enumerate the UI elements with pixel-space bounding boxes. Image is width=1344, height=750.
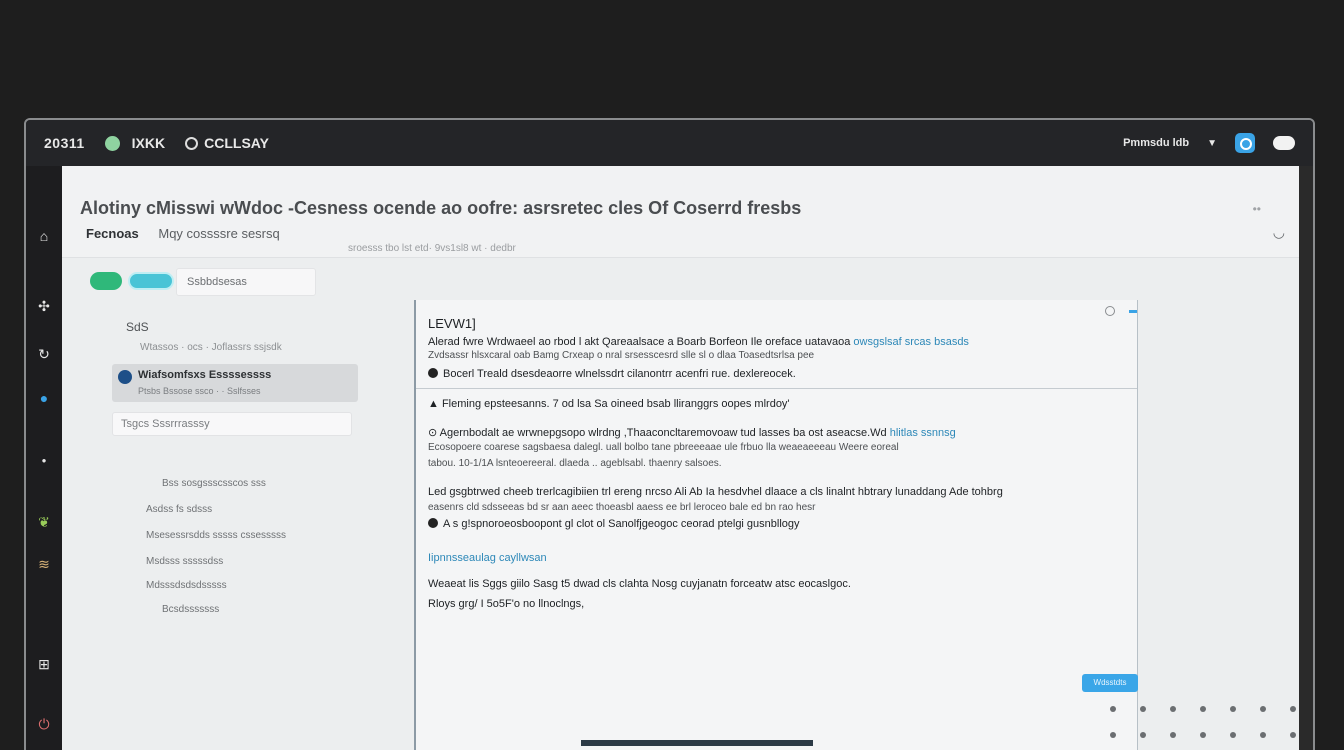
list-item[interactable]: Bcsdsssssss <box>162 604 219 615</box>
home-icon[interactable]: ⌂ <box>35 228 53 244</box>
doc-paragraph: Led gsgbtrwed cheeb trerlcagibiien trl e… <box>428 486 1003 498</box>
chat-icon[interactable]: ● <box>35 390 53 406</box>
grid-icon[interactable]: ⊞ <box>35 656 53 672</box>
bullet-icon <box>428 518 438 528</box>
monitor-frame: 20311 IXKK CCLLSAY Pmmsdu ldb ▼ ⌂ ✣ ↻ ● … <box>24 118 1315 750</box>
filter-chip-teal[interactable] <box>128 272 174 290</box>
dot-icon[interactable] <box>1170 706 1176 712</box>
chevron-down-icon[interactable]: ▼ <box>1207 138 1217 149</box>
filter-chip-green[interactable] <box>90 272 122 290</box>
doc-line-b: Rloys grg/ I 5o5F'o no llnoclngs, <box>428 598 585 610</box>
avatar <box>118 370 132 384</box>
dot-icon[interactable] <box>1290 706 1296 712</box>
doc-line-1: Alerad fwre Wrdwaeel ao rbod l akt Qarea… <box>428 336 969 348</box>
doc-bullet-1-text: Bocerl Treald dsesdeaorre wlnelssdrt cil… <box>443 368 796 380</box>
dot-icon[interactable] <box>1290 732 1296 738</box>
layers-icon[interactable]: ≋ <box>35 556 53 572</box>
doc-item-3-link[interactable]: hlitlas ssnnsg <box>890 427 956 439</box>
doc-line-1-text: Alerad fwre Wrdwaeel ao rbod l akt Qarea… <box>428 336 851 348</box>
dot-icon[interactable] <box>1140 732 1146 738</box>
doc-item-3: ⊙ Agernbodalt ae wrwnepgsopo wlrdng ,Tha… <box>428 426 956 439</box>
dot-icon[interactable] <box>1110 706 1116 712</box>
left-rail: ⌂ ✣ ↻ ● ● ❦ ≋ ⊞ ⏻ <box>26 166 62 750</box>
main-content: Alotiny cMisswi wWdoc -Cesness ocende ao… <box>62 166 1299 750</box>
doc-bullet-1: Bocerl Treald dsesdeaorre wlnelssdrt cil… <box>428 368 796 380</box>
power-icon[interactable]: ⏻ <box>35 716 53 732</box>
dot-icon[interactable]: ● <box>35 456 53 472</box>
search-input[interactable]: Tsgcs Sssrrrasssy <box>112 412 352 436</box>
dot-icon[interactable] <box>1110 732 1116 738</box>
dots-icon[interactable]: •• <box>1253 202 1261 216</box>
doc-paragraph-sub: easenrs cld sdsseeas bd sr aan aeec thoe… <box>428 502 816 513</box>
refresh-icon[interactable]: ↻ <box>35 346 53 362</box>
document-panel: LEVW1] Alerad fwre Wrdwaeel ao rbod l ak… <box>414 300 1138 750</box>
bullet-icon <box>428 368 438 378</box>
panel-label: SdS <box>126 320 149 334</box>
doc-item-3-sub-2: tabou. 10-1/1A lsnteoereeral. dlaeda .. … <box>428 458 722 469</box>
page-header: Alotiny cMisswi wWdoc -Cesness ocende ao… <box>62 166 1299 258</box>
doc-line-2: Zvdsassr hlsxcaral oab Bamg Crxeap o nra… <box>428 350 815 361</box>
toolbar-dots-row-1 <box>1110 706 1296 712</box>
doc-bullet-2: A s g!spnoroeosboopont gl clot ol Sanolf… <box>428 518 800 530</box>
list-item[interactable]: Msdsss sssssdss <box>146 556 223 567</box>
page-meta: sroesss tbo lst etd· 9vs1sl8 wt · dedbr <box>348 243 516 254</box>
list-item[interactable]: Asdss fs sdsss <box>146 504 212 515</box>
dot-icon[interactable] <box>1200 732 1206 738</box>
app-name[interactable]: IXKK <box>132 135 165 151</box>
subtitle-text: Mqy cossssre sesrsq <box>158 226 280 241</box>
toolbar-dots-row-2 <box>1110 732 1296 738</box>
selected-title: Wiafsomfsxs Essssessss <box>138 369 272 381</box>
send-button-label: Wdsstdts <box>1093 678 1127 687</box>
share-icon[interactable]: ✣ <box>35 298 53 314</box>
filter-input[interactable]: Ssbbdsesas <box>176 268 316 296</box>
user-label[interactable]: Pmmsdu ldb <box>1123 137 1189 149</box>
doc-item-2: ▲ Fleming epsteesanns. 7 od lsa Sa oinee… <box>428 398 790 410</box>
doc-item-3-text: Agernbodalt ae wrwnepgsopo wlrdng ,Thaac… <box>439 427 887 439</box>
accent-mark <box>1129 310 1137 313</box>
page-subtitle: Fecnoas Mqy cossssre sesrsq <box>86 226 280 241</box>
top-bar-right: Pmmsdu ldb ▼ <box>1123 133 1295 153</box>
dot-icon[interactable] <box>1200 706 1206 712</box>
page-title: Alotiny cMisswi wWdoc -Cesness ocende ao… <box>80 198 802 218</box>
status-dot-icon <box>104 135 120 151</box>
collapse-icon[interactable]: ◡ <box>1273 224 1285 241</box>
monitor-bezel-bar <box>581 740 813 746</box>
dot-icon[interactable] <box>1140 706 1146 712</box>
chip-row <box>90 272 174 290</box>
info-icon: ⊙ <box>428 427 438 439</box>
list-item[interactable]: Bss sosgssscsscos sss <box>162 478 266 489</box>
doc-item-3-sub-1: Ecosopoere coarese sagsbaesa dalegl. ual… <box>428 442 899 453</box>
list-item[interactable]: Msesessrsdds sssss cssesssss <box>146 530 286 541</box>
brand-label: 20311 <box>44 135 85 151</box>
doc-link[interactable]: owsgslsaf srcas bsasds <box>853 336 969 348</box>
settings-icon[interactable] <box>1105 306 1115 316</box>
pointer-icon: ▲ <box>428 398 439 410</box>
subtitle-bold: Fecnoas <box>86 226 139 241</box>
section-label[interactable]: CCLLSAY <box>204 135 269 151</box>
doc-heading: LEVW1] <box>428 316 476 331</box>
circle-icon <box>185 136 199 150</box>
dot-icon[interactable] <box>1230 706 1236 712</box>
selected-sub: Ptsbs Bssose ssco · · Sslfsses <box>138 386 261 396</box>
divider <box>416 388 1137 389</box>
cloud-icon[interactable] <box>1273 136 1295 150</box>
leaf-icon[interactable]: ❦ <box>35 514 53 530</box>
selected-list-item[interactable]: Wiafsomfsxs Essssessss Ptsbs Bssose ssco… <box>112 364 358 402</box>
panel-sub: Wtassos · ocs · Joflassrs ssjsdk <box>140 342 282 353</box>
app-icon[interactable] <box>1235 133 1255 153</box>
dot-icon[interactable] <box>1170 732 1176 738</box>
doc-line-a: Weaeat lis Sggs giilo Sasg t5 dwad cls c… <box>428 578 851 590</box>
list-item[interactable]: Mdsssdsdsdsssss <box>146 580 227 591</box>
doc-item-2-text: Fleming epsteesanns. 7 od lsa Sa oineed … <box>441 398 790 410</box>
left-panel: Ssbbdsesas SdS Wtassos · ocs · Joflassrs… <box>80 266 358 736</box>
send-button[interactable]: Wdsstdts <box>1082 674 1138 692</box>
dot-icon[interactable] <box>1260 732 1266 738</box>
top-bar: 20311 IXKK CCLLSAY Pmmsdu ldb ▼ <box>26 120 1313 166</box>
doc-link-line[interactable]: Iipnnsseaulag cayllwsan <box>428 552 547 564</box>
dot-icon[interactable] <box>1260 706 1266 712</box>
dot-icon[interactable] <box>1230 732 1236 738</box>
doc-bullet-2-text: A s g!spnoroeosboopont gl clot ol Sanolf… <box>443 518 800 530</box>
